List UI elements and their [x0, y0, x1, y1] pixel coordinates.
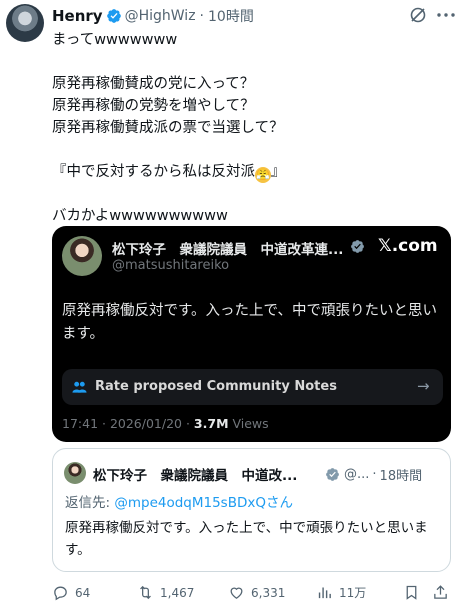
quoted-tweet-card[interactable]: 松下玲子 衆議院議員 中道改... @... · 18時間 返信先: @mpe4…	[52, 448, 451, 572]
x-logo[interactable]: 𝕏.com	[378, 236, 438, 256]
embed-author-handle[interactable]: @matsushitareiko	[112, 258, 229, 273]
like-count: 6,331	[251, 585, 286, 600]
tweet-time[interactable]: 10時間	[208, 6, 254, 26]
grok-icon[interactable]	[408, 5, 428, 25]
embed-timestamp[interactable]: 17:41 · 2026/01/20 ·	[62, 416, 194, 431]
repost-button[interactable]: 1,467	[137, 584, 194, 601]
reply-mention-link[interactable]: @mpe4odqM15sBDxQさん	[114, 495, 293, 511]
embed-meta: 17:41 · 2026/01/20 · 3.7M Views	[62, 416, 269, 431]
tweet-line-3-text: 『中で反対するから私は反対派	[52, 164, 255, 180]
bookmark-icon	[406, 585, 417, 600]
embed-views-count: 3.7M	[193, 416, 229, 431]
quote-text: 原発再稼働反対です。入った上で、中で頑張りたいと思います。	[65, 520, 428, 558]
tweet-header: Henry @HighWiz · 10時間	[52, 5, 254, 27]
share-button[interactable]	[432, 584, 455, 601]
huffing-face-emoji: 😤	[255, 167, 271, 183]
tweet-line-4: バカかよwwwwwwwwww	[52, 208, 228, 224]
separator-dot: ·	[372, 466, 377, 482]
reply-to-line: 返信先: @mpe4odqM15sBDxQさん	[65, 491, 293, 511]
repost-count: 1,467	[160, 585, 195, 600]
reply-icon	[54, 586, 67, 601]
tweet-text: まってwwwwwww 原発再稼働賛成の党に入って？ 原発再稼働の党勢を増やして？…	[52, 29, 452, 227]
verified-badge-icon	[326, 467, 339, 481]
tweet-line-2: 原発再稼働賛成の党に入って？ 原発再稼働の党勢を増やして？ 原発再稼働賛成派の票…	[52, 76, 284, 136]
views-icon	[318, 587, 331, 599]
more-icon[interactable]	[436, 13, 456, 17]
action-bar: 64 1,467 6,331 11万	[52, 584, 457, 608]
quote-header: 松下玲子 衆議院議員 中道改... @... · 18時間	[93, 464, 423, 485]
quote-time[interactable]: 18時間	[380, 465, 423, 484]
quote-author-avatar[interactable]	[64, 462, 86, 484]
community-notes-button[interactable]: Rate proposed Community Notes →	[62, 369, 443, 405]
quote-author-handle[interactable]: @...	[344, 467, 369, 482]
bookmark-button[interactable]	[403, 584, 426, 601]
verified-badge-icon	[106, 9, 121, 23]
author-avatar[interactable]	[6, 4, 44, 42]
embed-tweet-text: 原発再稼働反対です。入った上で、中で頑張りたいと思います。	[62, 303, 437, 342]
reply-prefix: 返信先:	[65, 495, 115, 511]
repost-icon	[140, 585, 151, 600]
embed-views-label: Views	[228, 416, 269, 431]
tweet-line-1: まってwwwwwww	[52, 32, 178, 48]
verified-badge-icon	[351, 240, 364, 253]
separator-dot: ·	[199, 8, 204, 24]
embed-author-name[interactable]: 松下玲子 衆議院議員 中道改革連...	[112, 238, 352, 258]
quote-author-name[interactable]: 松下玲子 衆議院議員 中道改...	[93, 464, 319, 484]
views-count: 11万	[339, 586, 367, 600]
tweet-line-3: 『中で反対するから私は反対派😤』	[52, 161, 452, 183]
views-button[interactable]: 11万	[316, 584, 366, 601]
embedded-tweet-card[interactable]: 松下玲子 衆議院議員 中道改革連... @matsushitareiko 𝕏.c…	[52, 226, 451, 442]
like-icon	[230, 587, 243, 599]
community-notes-icon	[72, 381, 87, 393]
reply-button[interactable]: 64	[52, 584, 90, 601]
community-notes-label: Rate proposed Community Notes	[95, 379, 337, 394]
reply-count: 64	[75, 585, 91, 600]
embed-author-avatar[interactable]	[62, 236, 102, 276]
tweet-line-3-end: 』	[271, 164, 286, 180]
like-button[interactable]: 6,331	[228, 584, 285, 601]
share-icon	[434, 585, 447, 599]
arrow-right-icon: →	[417, 377, 430, 395]
author-name[interactable]: Henry	[52, 7, 103, 25]
author-handle[interactable]: @HighWiz	[125, 8, 196, 24]
